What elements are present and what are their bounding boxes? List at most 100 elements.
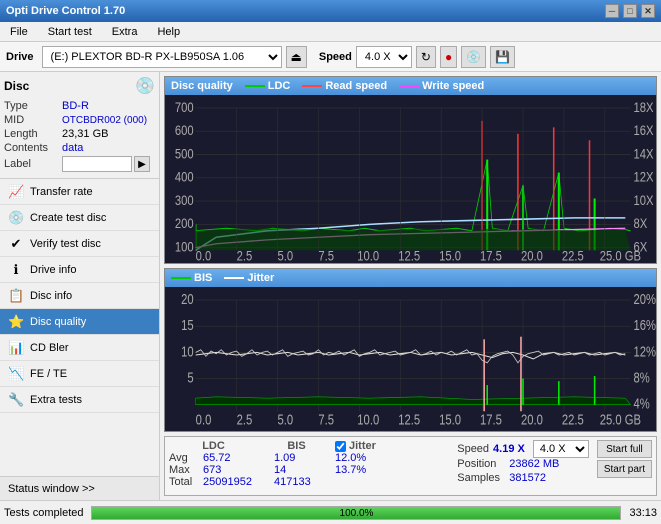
sidebar-item-cd-bler[interactable]: 📊 CD Bler — [0, 335, 159, 361]
mid-value: OTCBDR002 (000) — [62, 115, 147, 126]
jitter-checkbox[interactable] — [335, 441, 346, 452]
maximize-button[interactable]: □ — [623, 4, 637, 18]
jitter-header: Jitter — [349, 440, 376, 452]
svg-text:10: 10 — [181, 343, 194, 360]
title-bar: Opti Drive Control 1.70 ─ □ ✕ — [0, 0, 661, 22]
svg-text:7.5: 7.5 — [318, 411, 334, 428]
window-controls: ─ □ ✕ — [605, 4, 655, 18]
bis-max: 14 — [274, 464, 319, 476]
write-speed-legend-label: Write speed — [422, 80, 484, 92]
disc-button[interactable]: 💿 — [461, 46, 486, 68]
svg-text:16%: 16% — [633, 317, 656, 334]
bis-legend-label: BIS — [194, 272, 212, 284]
eject-button[interactable]: ⏏ — [286, 46, 307, 68]
bis-total: 417133 — [274, 476, 319, 488]
status-window-label: Status window >> — [8, 483, 95, 495]
sidebar-item-verify-test[interactable]: ✔ Verify test disc — [0, 231, 159, 257]
sidebar-item-drive-info[interactable]: ℹ Drive info — [0, 257, 159, 283]
label-input[interactable] — [62, 156, 132, 172]
fe-te-icon: 📉 — [8, 366, 24, 382]
sidebar-item-fe-te[interactable]: 📉 FE / TE — [0, 361, 159, 387]
ldc-legend: LDC — [245, 80, 291, 92]
svg-text:100: 100 — [175, 238, 194, 255]
menu-help[interactable]: Help — [151, 25, 186, 39]
verify-test-icon: ✔ — [8, 236, 24, 252]
fe-te-label: FE / TE — [30, 368, 67, 380]
disc-quality-icon: ⭐ — [8, 314, 24, 330]
type-value: BD-R — [62, 100, 89, 112]
status-window-button[interactable]: Status window >> — [0, 476, 159, 500]
start-full-button[interactable]: Start full — [597, 440, 652, 458]
drive-select[interactable]: (E:) PLEXTOR BD-R PX-LB950SA 1.06 — [42, 46, 282, 68]
contents-value: data — [62, 142, 83, 154]
menu-extra[interactable]: Extra — [106, 25, 144, 39]
scan-button[interactable]: ● — [440, 46, 457, 68]
disc-panel-title: Disc — [4, 79, 29, 93]
sidebar-item-disc-info[interactable]: 📋 Disc info — [0, 283, 159, 309]
drive-info-icon: ℹ — [8, 262, 24, 278]
read-speed-legend-label: Read speed — [325, 80, 387, 92]
ldc-max: 673 — [203, 464, 258, 476]
top-chart: Disc quality LDC Read speed Write speed — [164, 76, 657, 264]
bottom-chart-title: BIS Jitter — [165, 269, 656, 287]
create-test-icon: 💿 — [8, 210, 24, 226]
sidebar-item-disc-quality[interactable]: ⭐ Disc quality — [0, 309, 159, 335]
refresh-button[interactable]: ↻ — [416, 46, 436, 68]
ldc-total: 25091952 — [203, 476, 258, 488]
pos-samples: Position 23862 MB Samples 381572 — [457, 458, 589, 484]
svg-text:10X: 10X — [633, 192, 653, 209]
menu-file[interactable]: File — [4, 25, 34, 39]
read-speed-color — [302, 85, 322, 87]
disc-icon: 💿 — [135, 76, 155, 96]
length-value: 23,31 GB — [62, 128, 108, 140]
drive-label: Drive — [6, 51, 34, 63]
close-button[interactable]: ✕ — [641, 4, 655, 18]
toolbar: Drive (E:) PLEXTOR BD-R PX-LB950SA 1.06 … — [0, 42, 661, 72]
mid-label: MID — [4, 114, 62, 126]
ldc-color — [245, 85, 265, 87]
sidebar-item-extra-tests[interactable]: 🔧 Extra tests — [0, 387, 159, 413]
sidebar-item-create-test[interactable]: 💿 Create test disc — [0, 205, 159, 231]
speed-select[interactable]: 4.0 X — [356, 46, 412, 68]
position-label: Position — [457, 458, 505, 470]
progress-bar: 100.0% — [91, 506, 621, 520]
start-part-button[interactable]: Start part — [597, 460, 652, 478]
menu-bar: File Start test Extra Help — [0, 22, 661, 42]
svg-text:16X: 16X — [633, 122, 653, 139]
svg-text:5: 5 — [187, 369, 193, 386]
svg-text:600: 600 — [175, 122, 194, 139]
svg-text:0.0: 0.0 — [196, 411, 212, 428]
time-display: 33:13 — [629, 507, 657, 519]
bottom-chart: BIS Jitter 20 15 — [164, 268, 657, 432]
bis-stats: BIS 1.09 14 417133 — [274, 440, 319, 488]
max-label: Max — [169, 464, 199, 476]
speed-stat-select[interactable]: 4.0 X — [533, 440, 589, 458]
progress-text: 100.0% — [92, 507, 620, 521]
chart-area: Disc quality LDC Read speed Write speed — [160, 72, 661, 500]
svg-text:20.0: 20.0 — [521, 411, 543, 428]
svg-text:18X: 18X — [633, 99, 653, 116]
speed-stat-val: 4.19 X — [493, 443, 525, 455]
nav-items: 📈 Transfer rate 💿 Create test disc ✔ Ver… — [0, 179, 159, 476]
samples-val: 381572 — [509, 472, 546, 484]
bis-avg: 1.09 — [274, 452, 319, 464]
save-button[interactable]: 💾 — [490, 46, 515, 68]
sidebar: Disc 💿 Type BD-R MID OTCBDR002 (000) Len… — [0, 72, 160, 500]
type-label: Type — [4, 100, 62, 112]
svg-text:8X: 8X — [633, 215, 647, 232]
status-bar: Tests completed 100.0% 33:13 — [0, 500, 661, 524]
minimize-button[interactable]: ─ — [605, 4, 619, 18]
menu-start-test[interactable]: Start test — [42, 25, 98, 39]
label-apply-button[interactable]: ▶ — [134, 156, 150, 172]
svg-text:12.5: 12.5 — [398, 411, 420, 428]
svg-text:5.0: 5.0 — [278, 411, 294, 428]
svg-text:500: 500 — [175, 145, 194, 162]
speed-stat-label: Speed — [457, 443, 489, 455]
jitter-legend: Jitter — [224, 272, 274, 284]
svg-text:12%: 12% — [633, 343, 656, 360]
write-speed-color — [399, 85, 419, 87]
svg-text:4%: 4% — [633, 395, 650, 412]
svg-text:20%: 20% — [633, 291, 656, 308]
cd-bler-icon: 📊 — [8, 340, 24, 356]
sidebar-item-transfer-rate[interactable]: 📈 Transfer rate — [0, 179, 159, 205]
